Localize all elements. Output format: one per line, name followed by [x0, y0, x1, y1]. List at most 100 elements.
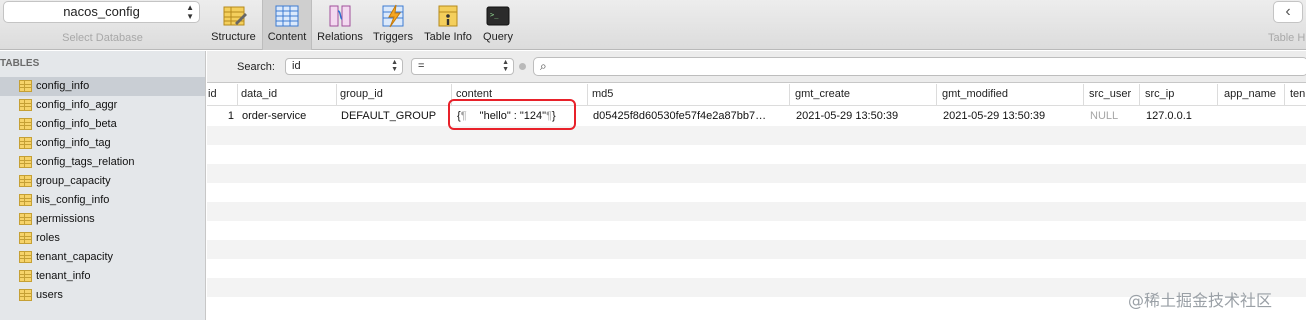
database-select-value: nacos_config: [63, 4, 140, 19]
column-header-src-user[interactable]: src_user: [1089, 88, 1131, 100]
tab-content-label: Content: [267, 31, 307, 43]
column-separator[interactable]: [936, 84, 937, 106]
back-button[interactable]: ‹: [1273, 1, 1303, 23]
sidebar-item-his-config-info[interactable]: his_config_info: [0, 191, 205, 210]
column-separator[interactable]: [587, 84, 588, 106]
column-header-group-id[interactable]: group_id: [340, 88, 383, 100]
empty-row: [207, 240, 1306, 259]
column-header-gmt-create[interactable]: gmt_create: [795, 88, 850, 100]
cell-md5[interactable]: d05425f8d60530fe57f4e2a87bb7…: [593, 110, 766, 122]
tab-query-label: Query: [483, 31, 513, 43]
select-arrows-icon: ▲ ▼: [502, 59, 509, 73]
filter-field-select[interactable]: id ▲ ▼: [285, 58, 403, 75]
content-grid: id data_id group_id content md5 gmt_crea…: [207, 84, 1306, 320]
table-row[interactable]: 1 order-service DEFAULT_GROUP {¶ "hello"…: [207, 107, 1306, 126]
table-icon: [19, 118, 32, 130]
tab-table-info-label: Table Info: [424, 31, 472, 43]
sidebar-item-config-tags-relation[interactable]: config_tags_relation: [0, 153, 205, 172]
table-icon: [19, 175, 32, 187]
sidebar-item-label: roles: [36, 232, 60, 244]
sidebar-item-label: his_config_info: [36, 194, 110, 206]
cell-src-ip[interactable]: 127.0.0.1: [1146, 110, 1192, 122]
table-icon: [19, 289, 32, 301]
sidebar-item-config-info-beta[interactable]: config_info_beta: [0, 115, 205, 134]
sidebar-item-users[interactable]: users: [0, 286, 205, 305]
database-caption: Select Database: [62, 32, 143, 44]
search-input[interactable]: ⌕: [533, 57, 1306, 76]
filter-operator-select[interactable]: = ▲ ▼: [411, 58, 514, 75]
cell-gmt-modified[interactable]: 2021-05-29 13:50:39: [943, 110, 1045, 122]
table-icon: [19, 156, 32, 168]
database-select[interactable]: nacos_config ▲ ▼: [3, 1, 200, 23]
structure-icon: [223, 6, 247, 26]
cell-gmt-create[interactable]: 2021-05-29 13:50:39: [796, 110, 898, 122]
sidebar-item-label: users: [36, 289, 63, 301]
cell-id[interactable]: 1: [207, 110, 234, 122]
select-arrows-icon: ▲ ▼: [186, 3, 194, 21]
sidebar-item-config-info-tag[interactable]: config_info_tag: [0, 134, 205, 153]
table-icon: [19, 251, 32, 263]
column-separator[interactable]: [789, 84, 790, 106]
column-separator[interactable]: [237, 84, 238, 106]
table-icon: [19, 270, 32, 282]
tab-table-info[interactable]: Table Info: [420, 0, 476, 50]
column-header-data-id[interactable]: data_id: [241, 88, 277, 100]
sidebar-item-label: tenant_capacity: [36, 251, 114, 263]
empty-row: [207, 221, 1306, 240]
sidebar-item-config-info-aggr[interactable]: config_info_aggr: [0, 96, 205, 115]
sidebar-item-label: config_tags_relation: [36, 156, 135, 168]
sidebar-item-label: config_info_aggr: [36, 99, 118, 111]
sidebar-item-label: permissions: [36, 213, 95, 225]
sidebar-item-label: group_capacity: [36, 175, 111, 187]
content-highlight-box: [448, 99, 576, 130]
column-header-tenant-id[interactable]: ten: [1290, 88, 1305, 100]
cell-data-id[interactable]: order-service: [242, 110, 306, 122]
filter-operator-value: =: [418, 60, 425, 72]
filter-field-value: id: [292, 60, 301, 72]
cell-src-user[interactable]: NULL: [1090, 110, 1118, 122]
column-separator[interactable]: [1083, 84, 1084, 106]
tab-content[interactable]: Content: [262, 0, 312, 50]
tab-triggers-label: Triggers: [373, 31, 413, 43]
empty-row: [207, 164, 1306, 183]
query-icon: >_: [486, 6, 510, 26]
column-header-src-ip[interactable]: src_ip: [1145, 88, 1174, 100]
search-label: Search:: [237, 61, 275, 73]
sidebar-item-permissions[interactable]: permissions: [0, 210, 205, 229]
sidebar-item-group-capacity[interactable]: group_capacity: [0, 172, 205, 191]
svg-text:>_: >_: [490, 11, 499, 19]
table-icon: [19, 99, 32, 111]
column-separator[interactable]: [1284, 84, 1285, 106]
column-header-app-name[interactable]: app_name: [1224, 88, 1276, 100]
content-icon: [275, 5, 299, 27]
sidebar-header: TABLES: [0, 58, 40, 69]
triggers-icon: [382, 4, 404, 28]
tab-query[interactable]: >_ Query: [479, 0, 517, 50]
sidebar-item-config-info[interactable]: config_info: [0, 77, 205, 96]
sidebar-item-label: config_info: [36, 80, 90, 92]
watermark: @稀土掘金技术社区: [1128, 291, 1273, 310]
column-header-md5[interactable]: md5: [592, 88, 613, 100]
sidebar-item-roles[interactable]: roles: [0, 229, 205, 248]
cell-group-id[interactable]: DEFAULT_GROUP: [341, 110, 436, 122]
sidebar: TABLES config_info config_info_aggr conf…: [0, 51, 206, 320]
empty-row: [207, 183, 1306, 202]
sidebar-item-label: tenant_info: [36, 270, 91, 282]
sidebar-item-tenant-capacity[interactable]: tenant_capacity: [0, 248, 205, 267]
column-separator[interactable]: [1217, 84, 1218, 106]
tab-relations-label: Relations: [317, 31, 363, 43]
filter-bar: Search: id ▲ ▼ = ▲ ▼ ⌕: [207, 51, 1306, 83]
column-separator[interactable]: [1139, 84, 1140, 106]
empty-row: [207, 145, 1306, 164]
tab-triggers[interactable]: Triggers: [369, 0, 417, 50]
column-header-gmt-modified[interactable]: gmt_modified: [942, 88, 1008, 100]
empty-row: [207, 126, 1306, 145]
tab-structure[interactable]: Structure: [207, 0, 260, 50]
sidebar-item-label: config_info_beta: [36, 118, 117, 130]
grid-header: id data_id group_id content md5 gmt_crea…: [207, 84, 1306, 106]
tab-relations[interactable]: Relations: [314, 0, 366, 50]
sidebar-item-tenant-info[interactable]: tenant_info: [0, 267, 205, 286]
column-separator[interactable]: [336, 84, 337, 106]
table-icon: [19, 232, 32, 244]
column-header-id[interactable]: id: [208, 88, 217, 100]
